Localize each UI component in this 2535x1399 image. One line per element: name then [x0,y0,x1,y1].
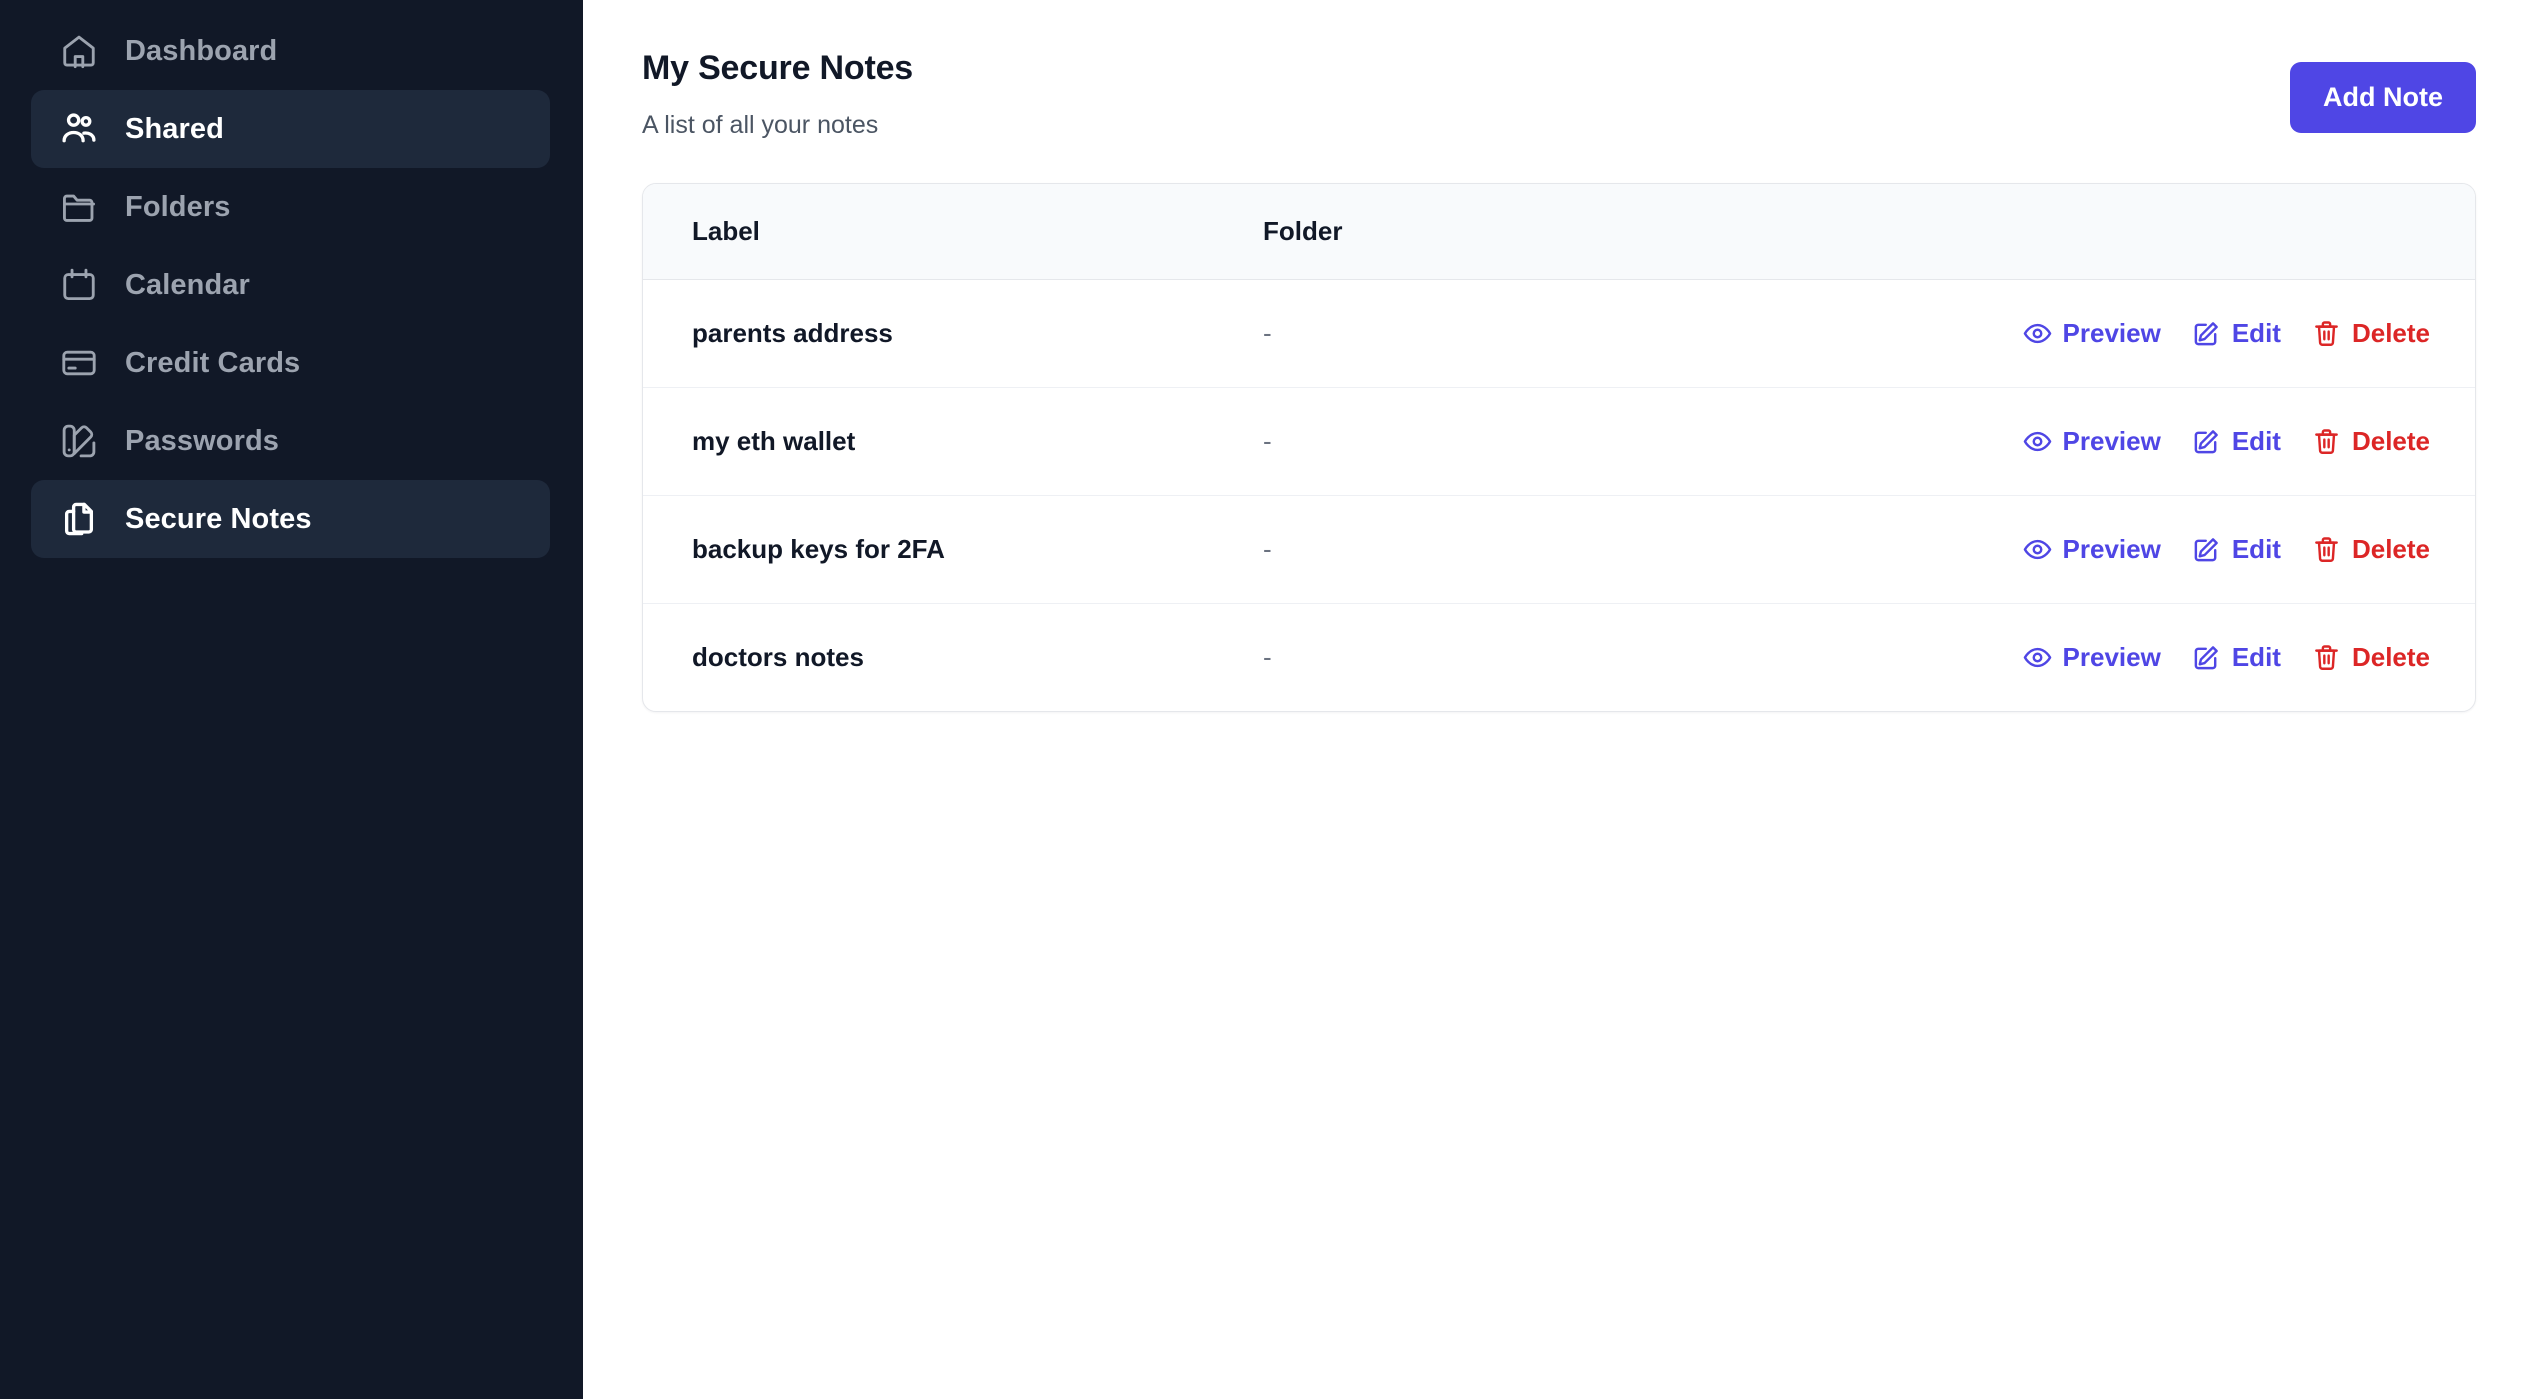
edit-button-label: Edit [2231,426,2281,457]
credit-card-icon [58,343,99,384]
documents-icon [58,499,99,540]
note-folder-cell: - [1263,318,1272,349]
preview-button[interactable]: Preview [2023,642,2161,673]
note-label-cell: doctors notes [692,642,864,673]
edit-button[interactable]: Edit [2192,534,2281,565]
preview-button[interactable]: Preview [2023,534,2161,565]
trash-icon [2312,643,2341,672]
page-header: My Secure Notes A list of all your notes… [583,0,2535,141]
sidebar-item-shared[interactable]: Shared [31,90,550,168]
notes-table-card: Label Folder parents address - Preview Edit… [642,183,2476,713]
sidebar-item-label: Folders [125,190,231,223]
page-subtitle: A list of all your notes [642,110,879,139]
edit-button[interactable]: Edit [2192,642,2281,673]
eye-icon [2023,319,2052,348]
column-header-folder: Folder [1263,184,1963,281]
sidebar-item-label: Credit Cards [125,346,301,379]
sidebar-item-folders[interactable]: Folders [31,168,550,246]
edit-icon [2192,427,2221,456]
edit-icon [2192,643,2221,672]
sidebar-item-secure-notes[interactable]: Secure Notes [31,480,550,558]
add-note-button[interactable]: Add Note [2290,62,2476,133]
note-actions-cell: Preview Edit Delete [1963,604,2475,712]
delete-button[interactable]: Delete [2312,426,2430,457]
note-folder-cell: - [1263,642,1272,673]
edit-button[interactable]: Edit [2192,426,2281,457]
sidebar-item-label: Calendar [125,268,250,301]
note-label-cell: backup keys for 2FA [692,534,945,565]
page-title: My Secure Notes [642,49,913,87]
sidebar-item-credit-cards[interactable]: Credit Cards [31,324,550,402]
edit-button-label: Edit [2231,534,2281,565]
swatch-icon [58,421,99,462]
table-row: my eth wallet - Preview Edit Delete [643,388,2475,496]
trash-icon [2312,319,2341,348]
eye-icon [2023,535,2052,564]
note-folder-cell: - [1263,426,1272,457]
preview-button-label: Preview [2062,426,2161,457]
note-actions-cell: Preview Edit Delete [1963,388,2475,496]
preview-button-label: Preview [2062,318,2161,349]
delete-button[interactable]: Delete [2312,534,2430,565]
sidebar: Dashboard Shared Folders Calendar Credit Car… [0,0,583,1399]
notes-table-body: parents address - Preview Edit Delete my eth … [643,280,2475,712]
sidebar-item-label: Passwords [125,424,280,457]
preview-button[interactable]: Preview [2023,426,2161,457]
table-header-row: Label Folder [643,184,2475,281]
row-actions: Preview Edit Delete [1963,642,2430,673]
sidebar-item-dashboard[interactable]: Dashboard [31,12,550,90]
delete-button-label: Delete [2351,534,2430,565]
notes-table-head: Label Folder [643,184,2475,281]
row-actions: Preview Edit Delete [1963,318,2430,349]
calendar-icon [58,265,99,306]
home-icon [58,31,99,72]
edit-icon [2192,535,2221,564]
edit-button[interactable]: Edit [2192,318,2281,349]
sidebar-item-label: Shared [125,112,224,145]
note-folder-cell: - [1263,534,1272,565]
column-header-label: Label [643,184,1263,281]
sidebar-item-passwords[interactable]: Passwords [31,402,550,480]
eye-icon [2023,427,2052,456]
sidebar-nav-list: Dashboard Shared Folders Calendar Credit Car… [0,12,583,558]
edit-button-label: Edit [2231,318,2281,349]
row-actions: Preview Edit Delete [1963,534,2430,565]
folder-icon [58,187,99,228]
sidebar-item-calendar[interactable]: Calendar [31,246,550,324]
sidebar-item-label: Secure Notes [125,502,312,535]
trash-icon [2312,535,2341,564]
note-actions-cell: Preview Edit Delete [1963,280,2475,388]
preview-button-label: Preview [2062,534,2161,565]
table-row: doctors notes - Preview Edit Delete [643,604,2475,712]
trash-icon [2312,427,2341,456]
column-header-actions [1963,184,2475,281]
delete-button-label: Delete [2351,642,2430,673]
page-header-text: My Secure Notes A list of all your notes [642,48,913,141]
notes-table: Label Folder parents address - Preview Edit… [643,184,2475,711]
delete-button-label: Delete [2351,426,2430,457]
table-row: parents address - Preview Edit Delete [643,280,2475,388]
preview-button-label: Preview [2062,642,2161,673]
note-label-cell: my eth wallet [692,426,856,457]
note-label-cell: parents address [692,318,893,349]
table-row: backup keys for 2FA - Preview Edit Delete [643,496,2475,604]
delete-button[interactable]: Delete [2312,642,2430,673]
main-content: My Secure Notes A list of all your notes… [583,0,2535,1399]
delete-button-label: Delete [2351,318,2430,349]
row-actions: Preview Edit Delete [1963,426,2430,457]
eye-icon [2023,643,2052,672]
edit-button-label: Edit [2231,642,2281,673]
delete-button[interactable]: Delete [2312,318,2430,349]
preview-button[interactable]: Preview [2023,318,2161,349]
note-actions-cell: Preview Edit Delete [1963,496,2475,604]
sidebar-item-label: Dashboard [125,34,278,67]
edit-icon [2192,319,2221,348]
users-icon [58,109,99,150]
